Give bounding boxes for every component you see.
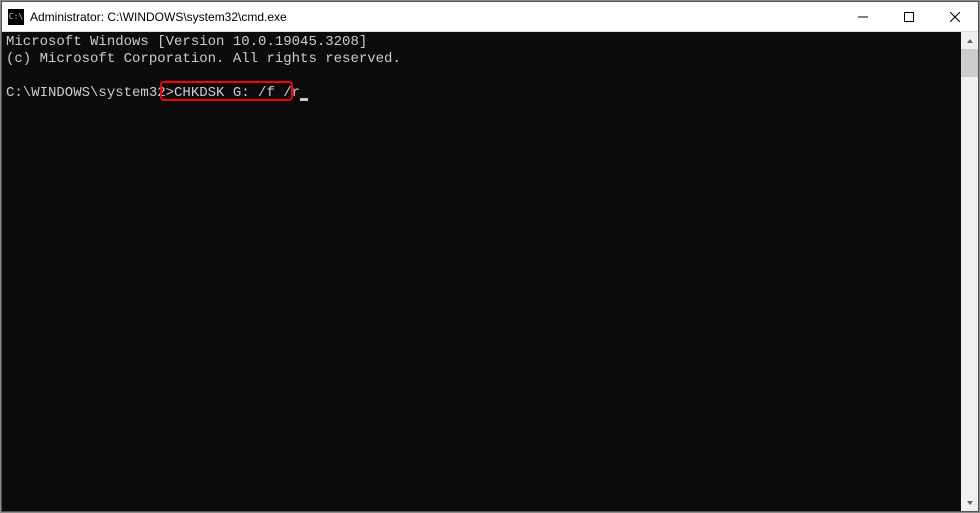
terminal[interactable]: Microsoft Windows [Version 10.0.19045.32… <box>2 32 961 511</box>
scroll-down-button[interactable] <box>961 494 978 511</box>
titlebar[interactable]: C:\ Administrator: C:\WINDOWS\system32\c… <box>2 2 978 32</box>
scroll-thumb[interactable] <box>961 49 978 77</box>
close-icon <box>950 12 960 22</box>
close-button[interactable] <box>932 2 978 31</box>
terminal-command: CHKDSK G: /f /r <box>174 85 300 101</box>
terminal-cursor <box>300 98 308 101</box>
chevron-down-icon <box>966 499 974 507</box>
scroll-up-button[interactable] <box>961 32 978 49</box>
window-controls <box>840 2 978 31</box>
window-title: Administrator: C:\WINDOWS\system32\cmd.e… <box>30 10 840 24</box>
minimize-icon <box>858 12 868 22</box>
minimize-button[interactable] <box>840 2 886 31</box>
cmd-window: C:\ Administrator: C:\WINDOWS\system32\c… <box>1 1 979 512</box>
scroll-track[interactable] <box>961 49 978 494</box>
terminal-line-copyright: (c) Microsoft Corporation. All rights re… <box>6 51 401 67</box>
terminal-line-version: Microsoft Windows [Version 10.0.19045.32… <box>6 34 367 50</box>
maximize-icon <box>904 12 914 22</box>
app-icon-glyph: C:\ <box>9 13 23 21</box>
terminal-prompt: C:\WINDOWS\system32> <box>6 85 174 101</box>
app-icon: C:\ <box>8 9 24 25</box>
chevron-up-icon <box>966 37 974 45</box>
terminal-area: Microsoft Windows [Version 10.0.19045.32… <box>2 32 978 511</box>
maximize-button[interactable] <box>886 2 932 31</box>
vertical-scrollbar[interactable] <box>961 32 978 511</box>
